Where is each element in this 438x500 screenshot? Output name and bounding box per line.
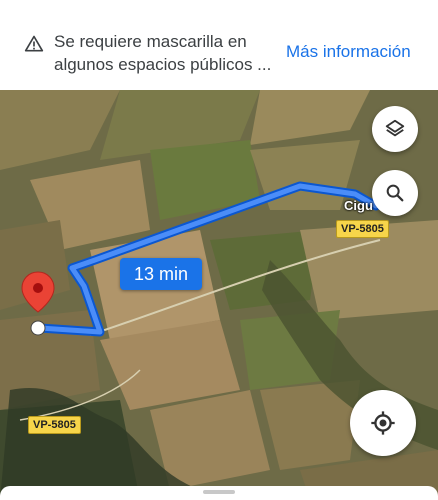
mask-advisory-banner: Se requiere mascarilla en algunos espaci… [0, 0, 438, 91]
route-duration-label[interactable]: 13 min [120, 258, 202, 290]
bottom-sheet[interactable] [0, 486, 438, 500]
satellite-map[interactable]: 13 min Cigu VP-5805 VP-5805 [0, 90, 438, 500]
search-button[interactable] [372, 170, 418, 216]
advisory-text: Se requiere mascarilla en algunos espaci… [54, 30, 282, 76]
layers-icon [385, 119, 405, 137]
search-icon [386, 184, 404, 202]
road-label-sw: VP-5805 [28, 416, 81, 434]
road-label-ne: VP-5805 [336, 220, 389, 238]
more-info-link[interactable]: Más información [286, 42, 411, 62]
layers-button[interactable] [372, 106, 418, 152]
warning-icon [24, 35, 44, 52]
my-location-button[interactable] [350, 390, 416, 456]
my-location-icon [371, 411, 395, 435]
advisory-line-2: algunos espacios públicos ... [54, 55, 272, 74]
advisory-line-1: Se requiere mascarilla en [54, 32, 247, 51]
town-label: Cigu [344, 198, 373, 213]
sheet-drag-handle[interactable] [203, 490, 235, 494]
origin-dot [30, 320, 46, 336]
